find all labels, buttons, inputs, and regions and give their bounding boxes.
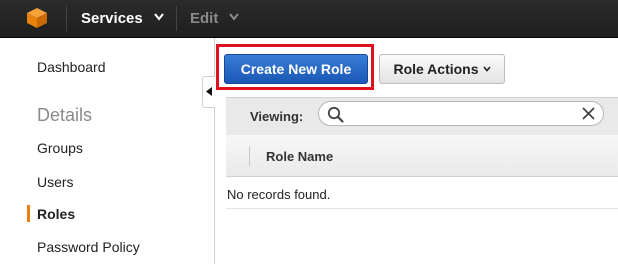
sidebar-heading-details: Details [37, 105, 93, 125]
sidebar [0, 38, 215, 264]
divider [226, 208, 618, 209]
chevron-down-icon[interactable] [154, 13, 164, 21]
chevron-down-icon [482, 66, 491, 72]
close-icon[interactable] [582, 107, 595, 120]
sidebar-item-roles[interactable]: Roles [37, 206, 75, 222]
column-divider [249, 146, 250, 166]
services-menu[interactable]: Services [81, 10, 143, 27]
role-actions-label: Role Actions [393, 61, 479, 77]
edit-menu[interactable]: Edit [190, 10, 218, 27]
topbar-divider [176, 6, 177, 31]
role-actions-button[interactable]: Role Actions [379, 54, 505, 84]
sidebar-collapse-toggle[interactable] [202, 76, 215, 108]
top-navigation-bar: Services Edit [0, 0, 618, 38]
triangle-left-icon [206, 87, 212, 96]
viewing-label: Viewing: [250, 109, 304, 124]
empty-table-message: No records found. [227, 187, 331, 202]
chevron-down-icon[interactable] [229, 13, 239, 21]
column-header-role-name[interactable]: Role Name [266, 149, 333, 164]
search-input[interactable] [349, 105, 573, 124]
search-icon [327, 106, 344, 123]
aws-cube-icon[interactable] [26, 7, 48, 29]
sidebar-item-users[interactable]: Users [37, 174, 74, 190]
sidebar-item-dashboard[interactable]: Dashboard [37, 59, 106, 75]
search-box[interactable] [318, 101, 604, 126]
create-new-role-button[interactable]: Create New Role [224, 54, 368, 84]
topbar-divider [66, 6, 67, 31]
active-indicator [27, 205, 30, 222]
sidebar-item-password-policy[interactable]: Password Policy [37, 239, 140, 255]
sidebar-item-groups[interactable]: Groups [37, 140, 83, 156]
